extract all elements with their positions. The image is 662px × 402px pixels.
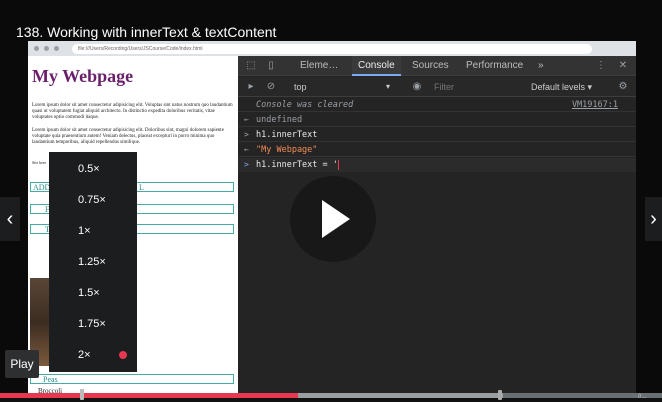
add-box-tail: L	[139, 183, 144, 192]
console-filterbar: ▸ ⊘ top ▾ ◉ Default levels ▾ ⚙	[238, 77, 636, 97]
settings-gear-icon[interactable]: ⚙	[616, 80, 630, 94]
prompt-arrow-icon: >	[244, 160, 249, 169]
playback-speed-menu: 0.5× 0.75× 1× 1.25× 1.5× 1.75× 2×	[49, 152, 137, 372]
previous-lecture-button[interactable]: ‹	[0, 197, 20, 241]
levels-dropdown[interactable]: Default levels ▾	[531, 77, 592, 97]
speed-option[interactable]: 0.5×	[49, 154, 137, 185]
address-bar: file:///Users/Recording/Users/JSCourse/C…	[72, 44, 592, 54]
speed-option[interactable]: 1.75×	[49, 309, 137, 340]
volume-handle[interactable]	[80, 389, 84, 400]
play-icon	[322, 200, 350, 238]
speed-option[interactable]: 0.75×	[49, 185, 137, 216]
console-line: Console was cleared VM19167:1	[238, 98, 636, 112]
console-input-text[interactable]: h1.innerText = '	[256, 158, 339, 172]
console-text: undefined	[256, 115, 303, 125]
tab-performance[interactable]: Performance	[466, 56, 523, 76]
chevron-right-icon: ›	[650, 208, 657, 230]
speed-option[interactable]: 1.25×	[49, 247, 137, 278]
big-play-button[interactable]	[290, 176, 376, 262]
reload-icon	[54, 46, 59, 51]
paragraph: Lorem ipsum dolor sit amet consectetur a…	[32, 128, 224, 145]
console-text: Console was cleared	[256, 100, 354, 110]
video-player[interactable]: 138. Working with innerText & textConten…	[0, 0, 662, 402]
add-box-label: ADD	[33, 183, 51, 192]
close-icon[interactable]: ✕	[616, 59, 630, 73]
next-lecture-button[interactable]: ›	[645, 197, 662, 241]
play-tooltip: Play	[5, 350, 39, 378]
console-text: h1.innerText	[256, 130, 318, 140]
more-tabs-icon[interactable]: »	[538, 56, 544, 76]
context-dropdown-icon[interactable]: ▾	[386, 77, 390, 97]
kebab-menu-icon[interactable]: ⋮	[594, 59, 608, 73]
corner-label: //...	[638, 394, 647, 400]
peas-box: Peas	[30, 374, 234, 384]
context-select[interactable]: top	[294, 77, 307, 97]
speed-option[interactable]: 1×	[49, 216, 137, 247]
live-expression-icon[interactable]: ◉	[410, 80, 424, 94]
back-icon	[34, 46, 39, 51]
result-arrow-icon: ←	[244, 115, 249, 124]
list-item-peas: Peas	[43, 375, 58, 384]
video-title: 138. Working with innerText & textConten…	[16, 24, 277, 40]
tab-console[interactable]: Console	[352, 56, 401, 76]
input-arrow-icon: >	[244, 130, 249, 139]
console-text: "My Webpage"	[256, 145, 318, 155]
tab-elements[interactable]: Eleme…	[300, 56, 338, 76]
selected-indicator-icon	[119, 351, 127, 359]
console-line: ← "My Webpage"	[238, 143, 636, 157]
scrub-marker[interactable]	[498, 390, 502, 400]
speed-option[interactable]: 1.5×	[49, 278, 137, 309]
tab-sources[interactable]: Sources	[412, 56, 449, 76]
chevron-left-icon: ‹	[6, 208, 14, 230]
browser-toolbar: file:///Users/Recording/Users/JSCourse/C…	[28, 41, 636, 56]
filter-input[interactable]	[434, 81, 514, 93]
console-line: ← undefined	[238, 113, 636, 127]
text-caret	[337, 159, 339, 170]
source-link[interactable]: VM19167:1	[572, 98, 618, 112]
forward-icon	[44, 46, 49, 51]
console-line: > h1.innerText	[238, 128, 636, 142]
sidebar-toggle-icon[interactable]: ▸	[244, 80, 258, 94]
page-heading: My Webpage	[32, 66, 134, 86]
result-arrow-icon: ←	[244, 145, 249, 154]
console-prompt[interactable]: > h1.innerText = '	[238, 158, 636, 172]
clear-console-icon[interactable]: ⊘	[264, 80, 278, 94]
device-toggle-icon[interactable]: ▯	[264, 59, 278, 73]
paragraph: Lorem ipsum dolor sit amet consectetur a…	[32, 103, 233, 120]
devtools-tabbar: ⬚ ▯ Eleme… Console Sources Performance »…	[238, 56, 636, 76]
controls-bar	[0, 398, 662, 402]
inspect-icon[interactable]: ⬚	[244, 59, 258, 73]
